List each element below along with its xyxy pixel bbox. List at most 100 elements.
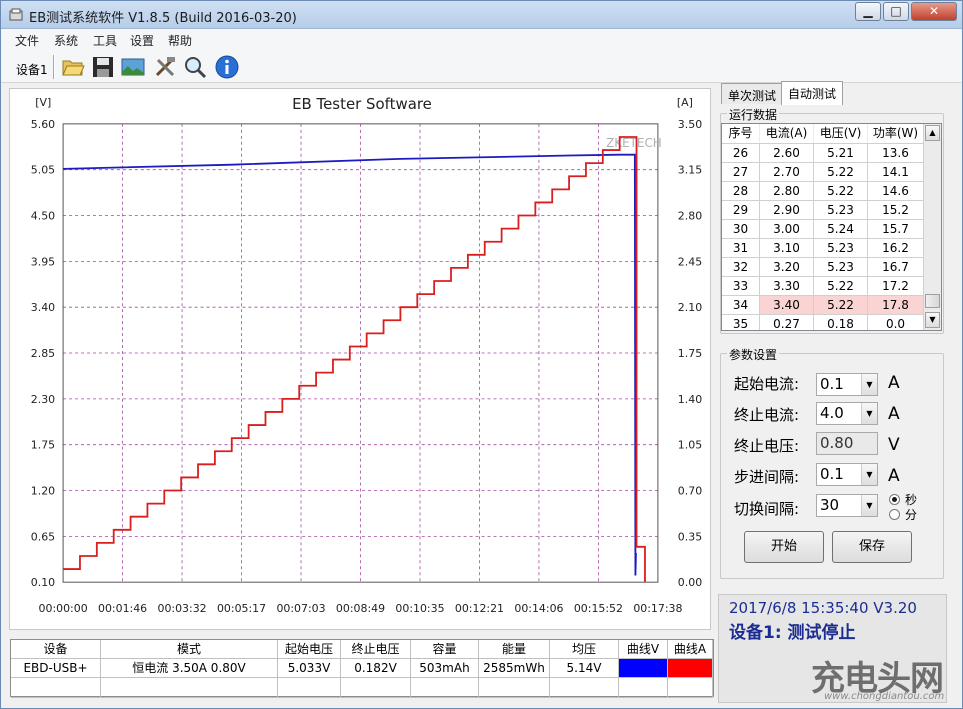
picture-icon[interactable] xyxy=(121,55,145,79)
table-cell: 14.6 xyxy=(868,182,924,200)
save-button[interactable]: 保存 xyxy=(832,531,912,563)
search-icon[interactable] xyxy=(183,55,207,79)
summary-empty-cell xyxy=(101,678,278,698)
col-power[interactable]: 功率(W) xyxy=(868,124,924,143)
radio-minutes[interactable] xyxy=(889,509,900,520)
table-cell: 5.22 xyxy=(814,182,868,200)
table-cell: 17.8 xyxy=(868,296,924,314)
minimize-button[interactable]: ▁ xyxy=(855,2,881,21)
menu-file[interactable]: 文件 xyxy=(15,32,39,49)
table-cell: 5.22 xyxy=(814,163,868,181)
curve-a-color-swatch[interactable] xyxy=(668,659,713,678)
table-cell: 5.23 xyxy=(814,239,868,257)
maximize-button[interactable]: □ xyxy=(883,2,909,21)
start-current-select[interactable]: 0.1 ▼ xyxy=(816,373,878,396)
scroll-up-icon[interactable]: ▲ xyxy=(925,125,940,141)
end-current-select[interactable]: 4.0 ▼ xyxy=(816,402,878,425)
right-axis-tick-label: 0.00 xyxy=(678,576,702,589)
table-row[interactable]: 33 3.30 5.22 17.2 xyxy=(722,276,924,295)
run-data-title: 运行数据 xyxy=(727,106,780,123)
table-scrollbar[interactable]: ▲ ▼ xyxy=(923,124,941,330)
table-row[interactable]: 30 3.00 5.24 15.7 xyxy=(722,219,924,238)
summary-end-voltage: 0.182V xyxy=(341,659,411,678)
device-selector[interactable]: 设备1 xyxy=(16,61,48,78)
col-voltage[interactable]: 电压(V) xyxy=(814,124,868,143)
summary-empty-cell xyxy=(668,678,713,698)
summary-header-curve-a: 曲线A xyxy=(668,640,713,659)
table-cell: 16.2 xyxy=(868,239,924,257)
table-row[interactable]: 31 3.10 5.23 16.2 xyxy=(722,238,924,257)
right-axis-ticks: 3.50 3.15 2.80 2.45 2.10 1.75 1.40 1.05 0.70 0.35… xyxy=(678,118,702,589)
summary-header-curve-v: 曲线V xyxy=(619,640,668,659)
left-axis-tick-label: 2.85 xyxy=(31,347,55,360)
table-row[interactable]: 32 3.20 5.23 16.7 xyxy=(722,257,924,276)
table-cell: 33 xyxy=(722,277,760,295)
tab-single-test[interactable]: 单次测试 xyxy=(721,83,784,104)
table-cell: 15.2 xyxy=(868,201,924,219)
left-axis-unit: [V] xyxy=(35,96,51,109)
right-axis-tick-label: 3.15 xyxy=(678,164,702,177)
current-series-line xyxy=(63,136,646,583)
status-datetime: 2017/6/8 15:35:40 V3.20 xyxy=(729,599,917,617)
table-row[interactable]: 35 0.27 0.18 0.0 xyxy=(722,314,924,330)
chevron-down-icon[interactable]: ▼ xyxy=(861,495,877,516)
left-axis-tick-label: 0.65 xyxy=(31,530,55,543)
left-axis-tick-label: 5.05 xyxy=(31,164,55,177)
step-interval-select[interactable]: 0.1 ▼ xyxy=(816,463,878,486)
menu-settings[interactable]: 设置 xyxy=(130,32,154,49)
toolbar-separator xyxy=(53,55,55,79)
summary-header-start-voltage: 起始电压 xyxy=(278,640,341,659)
chart-grid xyxy=(63,123,658,583)
table-row[interactable]: 34 3.40 5.22 17.8 xyxy=(722,295,924,314)
summary-empty-cell xyxy=(411,678,479,698)
chevron-down-icon[interactable]: ▼ xyxy=(861,374,877,395)
menu-help[interactable]: 帮助 xyxy=(168,32,192,49)
open-folder-icon[interactable] xyxy=(61,55,85,79)
menu-system[interactable]: 系统 xyxy=(54,32,78,49)
table-row[interactable]: 26 2.60 5.21 13.6 xyxy=(722,143,924,162)
table-cell: 0.18 xyxy=(814,315,868,330)
table-cell: 5.24 xyxy=(814,220,868,238)
table-cell: 26 xyxy=(722,144,760,162)
menu-bar: 文件 系统 工具 设置 帮助 xyxy=(1,29,962,51)
table-cell: 3.10 xyxy=(760,239,814,257)
right-axis-unit: [A] xyxy=(677,96,693,109)
info-icon[interactable] xyxy=(215,55,239,79)
radio-seconds[interactable] xyxy=(889,494,900,505)
table-row[interactable]: 28 2.80 5.22 14.6 xyxy=(722,181,924,200)
tools-icon[interactable] xyxy=(153,55,177,79)
right-axis-tick-label: 2.80 xyxy=(678,210,702,223)
tab-auto-test[interactable]: 自动测试 xyxy=(781,81,844,105)
chevron-down-icon[interactable]: ▼ xyxy=(861,403,877,424)
summary-header-capacity: 容量 xyxy=(411,640,479,659)
app-window: EB测试系统软件 V1.8.5 (Build 2016-03-20) ▁ □ ✕… xyxy=(0,0,963,709)
menu-tools[interactable]: 工具 xyxy=(93,32,117,49)
table-cell: 35 xyxy=(722,315,760,330)
table-header: 序号 电流(A) 电压(V) 功率(W) xyxy=(722,124,924,143)
left-axis-tick-label: 4.50 xyxy=(31,210,55,223)
table-row[interactable]: 27 2.70 5.22 14.1 xyxy=(722,162,924,181)
chevron-down-icon[interactable]: ▼ xyxy=(861,464,877,485)
watermark-url: www.chongdiantou.com xyxy=(824,691,945,702)
table-row[interactable]: 29 2.90 5.23 15.2 xyxy=(722,200,924,219)
scroll-thumb[interactable] xyxy=(925,294,940,308)
close-button[interactable]: ✕ xyxy=(911,2,957,21)
switch-interval-select[interactable]: 30 ▼ xyxy=(816,494,878,517)
start-current-unit: A xyxy=(888,373,900,393)
scroll-down-icon[interactable]: ▼ xyxy=(925,312,940,328)
save-disk-icon[interactable] xyxy=(91,55,115,79)
table-cell: 32 xyxy=(722,258,760,276)
start-button[interactable]: 开始 xyxy=(744,531,824,563)
summary-start-voltage: 5.033V xyxy=(278,659,341,678)
end-voltage-field[interactable]: 0.80 xyxy=(816,432,878,455)
col-index[interactable]: 序号 xyxy=(722,124,760,143)
col-current[interactable]: 电流(A) xyxy=(760,124,814,143)
radio-minutes-label: 分 xyxy=(905,508,918,522)
curve-v-color-swatch[interactable] xyxy=(619,659,668,678)
left-axis-tick-label: 0.10 xyxy=(31,576,55,589)
summary-empty-cell xyxy=(341,678,411,698)
table-cell: 2.80 xyxy=(760,182,814,200)
table-cell: 5.21 xyxy=(814,144,868,162)
summary-energy: 2585mWh xyxy=(479,659,550,678)
x-axis-tick-label: 00:05:17 xyxy=(217,602,266,615)
